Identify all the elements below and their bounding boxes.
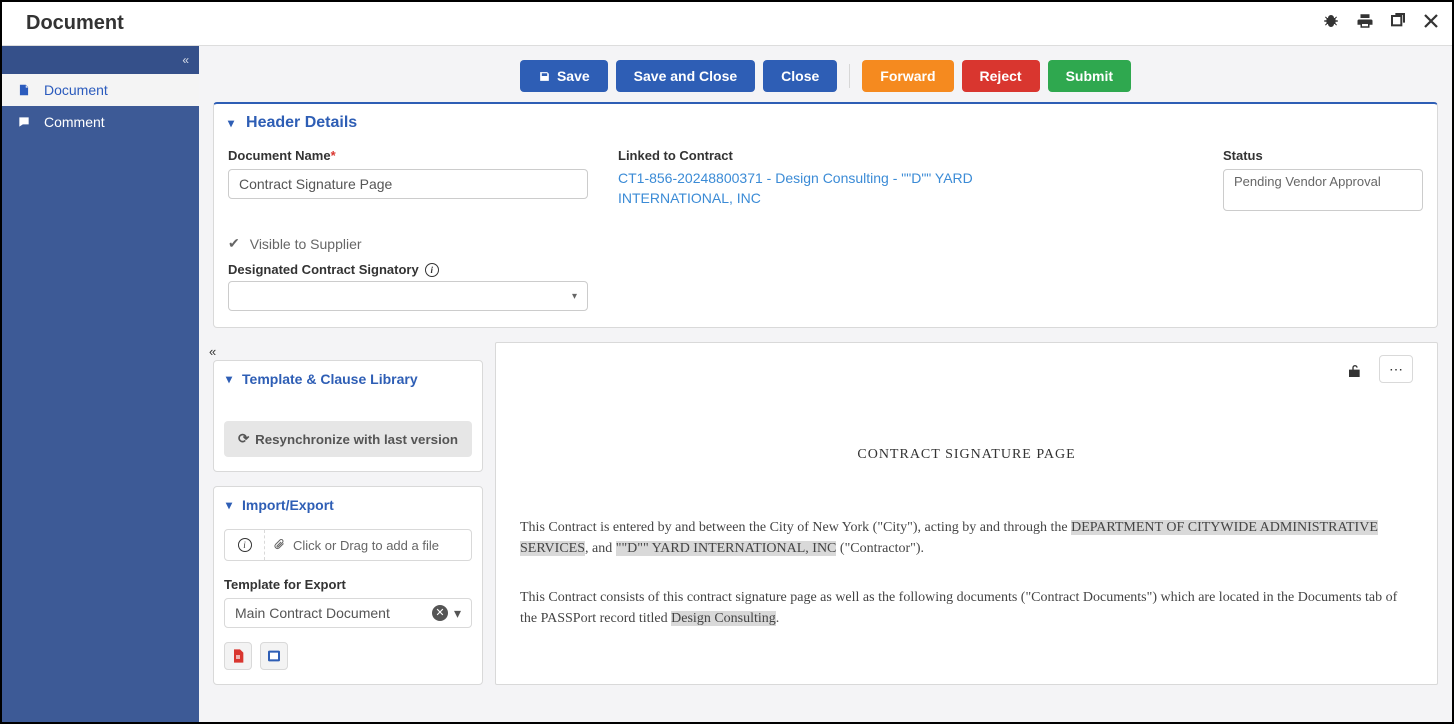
save-button[interactable]: Save [520, 60, 608, 92]
panel-title: Header Details [246, 114, 357, 132]
maximize-icon[interactable] [1390, 12, 1406, 35]
resynchronize-button[interactable]: ⟳ Resynchronize with last version [224, 421, 472, 457]
unlock-icon [1347, 363, 1363, 379]
title-bar: Document [2, 2, 1452, 46]
sidebar: « Document Comment [2, 46, 199, 722]
submit-button[interactable]: Submit [1048, 60, 1131, 92]
status-value: Pending Vendor Approval [1223, 169, 1423, 211]
unlock-button[interactable] [1343, 355, 1367, 387]
collapse-side-panels[interactable]: « [209, 344, 216, 359]
ellipsis-icon: ⋯ [1389, 361, 1403, 378]
refresh-icon: ⟳ [238, 431, 249, 447]
file-upload-dropzone[interactable]: i Click or Drag to add a file [224, 529, 472, 561]
info-icon: i [238, 538, 252, 552]
sidebar-item-document[interactable]: Document [2, 74, 199, 106]
upload-hint: Click or Drag to add a file [293, 538, 439, 553]
page-title: Document [14, 12, 124, 35]
sidebar-collapse[interactable]: « [2, 46, 199, 74]
caret-down-icon: ▾ [454, 605, 461, 622]
panel-title: Import/Export [242, 497, 334, 513]
document-name-input[interactable] [228, 169, 588, 199]
export-word-button[interactable] [260, 642, 288, 670]
save-icon [538, 70, 551, 83]
close-button[interactable]: Close [763, 60, 837, 92]
sidebar-item-label: Document [44, 82, 108, 98]
more-options-button[interactable]: ⋯ [1379, 355, 1413, 383]
clear-icon[interactable]: ✕ [432, 605, 448, 621]
visible-to-supplier-checkbox[interactable]: ✔ Visible to Supplier [228, 235, 1423, 252]
document-paragraph: This Contract consists of this contract … [520, 587, 1413, 629]
template-export-label: Template for Export [224, 577, 472, 592]
document-icon [16, 83, 32, 97]
linked-contract-link[interactable]: CT1-856-20248800371 - Design Consulting … [618, 169, 1058, 208]
comment-icon [16, 115, 32, 129]
word-icon [266, 648, 282, 664]
paperclip-icon [273, 538, 285, 553]
document-content: CONTRACT SIGNATURE PAGE This Contract is… [520, 387, 1413, 629]
designated-signatory-dropdown[interactable]: ▾ [228, 281, 588, 311]
chevron-left-icon: « [182, 53, 189, 67]
document-content-title: CONTRACT SIGNATURE PAGE [520, 447, 1413, 463]
panel-header[interactable]: ▾ Header Details [214, 104, 1437, 142]
linked-contract-label: Linked to Contract [618, 148, 1193, 163]
chevron-down-icon: ▾ [226, 372, 232, 386]
template-library-panel: ▾ Template & Clause Library ⟳ Resynchron… [213, 360, 483, 472]
close-icon[interactable] [1422, 12, 1440, 35]
panel-header[interactable]: ▾ Import/Export [214, 487, 482, 523]
template-export-select[interactable]: Main Contract Document ✕ ▾ [224, 598, 472, 628]
sidebar-item-label: Comment [44, 114, 105, 130]
designated-signatory-label: Designated Contract Signatory i [228, 262, 1423, 277]
header-details-panel: ▾ Header Details Document Name* Linked t… [213, 102, 1438, 328]
document-name-label: Document Name* [228, 148, 588, 163]
divider [849, 64, 850, 88]
document-paragraph: This Contract is entered by and between … [520, 517, 1413, 559]
panel-title: Template & Clause Library [242, 371, 418, 387]
import-export-panel: ▾ Import/Export i [213, 486, 483, 685]
print-icon[interactable] [1356, 12, 1374, 35]
bug-icon[interactable] [1322, 12, 1340, 35]
template-export-value: Main Contract Document [235, 605, 390, 621]
chevron-down-icon: ▾ [228, 116, 234, 130]
action-bar: Save Save and Close Close Forward Reject… [199, 46, 1452, 102]
forward-button[interactable]: Forward [862, 60, 953, 92]
visible-to-supplier-label: Visible to Supplier [250, 236, 362, 252]
chevron-down-icon: ▾ [226, 498, 232, 512]
document-viewer: ⋯ CONTRACT SIGNATURE PAGE This Contract … [495, 342, 1438, 685]
export-pdf-button[interactable] [224, 642, 252, 670]
check-icon: ✔ [228, 235, 240, 252]
main-content: Save Save and Close Close Forward Reject… [199, 46, 1452, 722]
reject-button[interactable]: Reject [962, 60, 1040, 92]
panel-header[interactable]: ▾ Template & Clause Library [214, 361, 482, 397]
caret-down-icon: ▾ [572, 291, 577, 302]
info-icon[interactable]: i [425, 263, 439, 277]
sidebar-item-comment[interactable]: Comment [2, 106, 199, 138]
status-label: Status [1223, 148, 1423, 163]
save-and-close-button[interactable]: Save and Close [616, 60, 756, 92]
pdf-icon [230, 648, 246, 664]
